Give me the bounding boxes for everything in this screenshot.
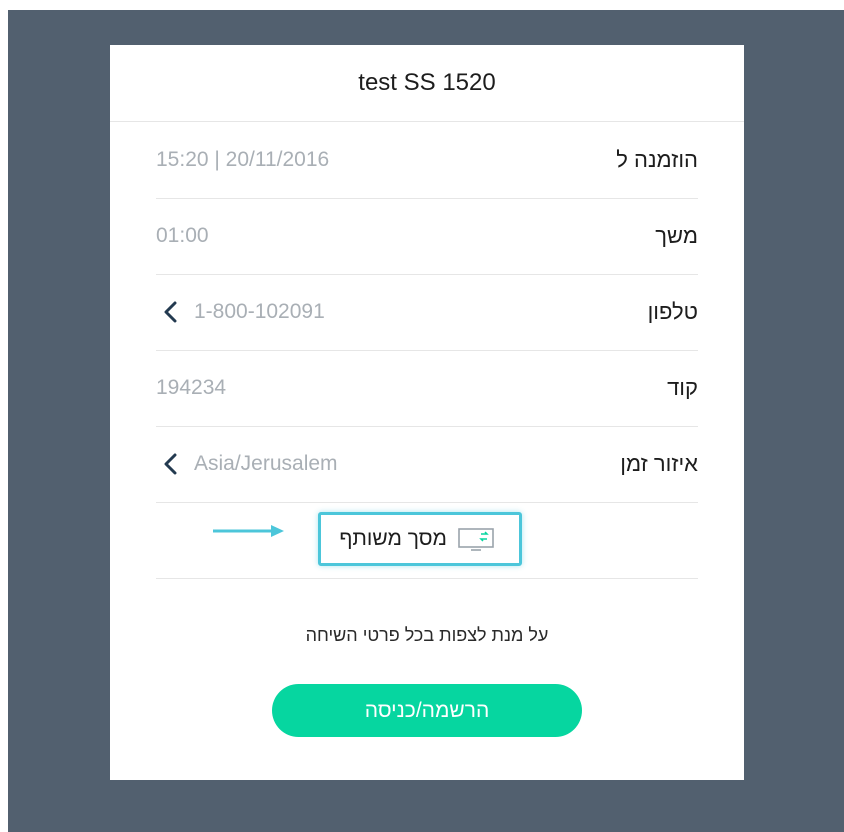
detail-row-phone[interactable]: טלפון 1-800-102091 [156,274,698,351]
detail-row-code: קוד 194234 [156,350,698,427]
screen-share-button[interactable]: מסך משותף [318,512,522,566]
screen-share-row: מסך משותף [156,502,698,579]
screen-share-label: מסך משותף [339,527,447,550]
phone-value: 1-800-102091 [194,300,325,323]
chevron-left-icon[interactable] [160,301,182,323]
detail-row-timezone[interactable]: איזור זמן Asia/Jerusalem [156,426,698,503]
duration-value: 01:00 [156,224,209,247]
meeting-card: test SS 1520 הוזמנה ל 15:20 | 20/11/2016… [110,45,744,780]
chevron-left-icon[interactable] [160,453,182,475]
screen-share-icon [458,528,494,551]
duration-label: משך [655,223,698,248]
scheduled-label: הוזמנה ל [616,147,698,172]
detail-row-duration: משך 01:00 [156,198,698,275]
arrow-annotation-icon [213,525,284,537]
scheduled-value: 15:20 | 20/11/2016 [156,148,330,171]
phone-label: טלפון [647,299,698,324]
timezone-label: איזור זמן [620,451,698,476]
info-text: על מנת לצפות בכל פרטי השיחה [305,625,549,645]
detail-row-scheduled: הוזמנה ל 15:20 | 20/11/2016 [156,122,698,199]
code-value: 194234 [156,376,227,399]
timezone-value: Asia/Jerusalem [194,452,338,475]
meeting-title: test SS 1520 [110,45,744,122]
code-label: קוד [667,375,698,400]
login-button[interactable]: הרשמה/כניסה [272,684,582,737]
